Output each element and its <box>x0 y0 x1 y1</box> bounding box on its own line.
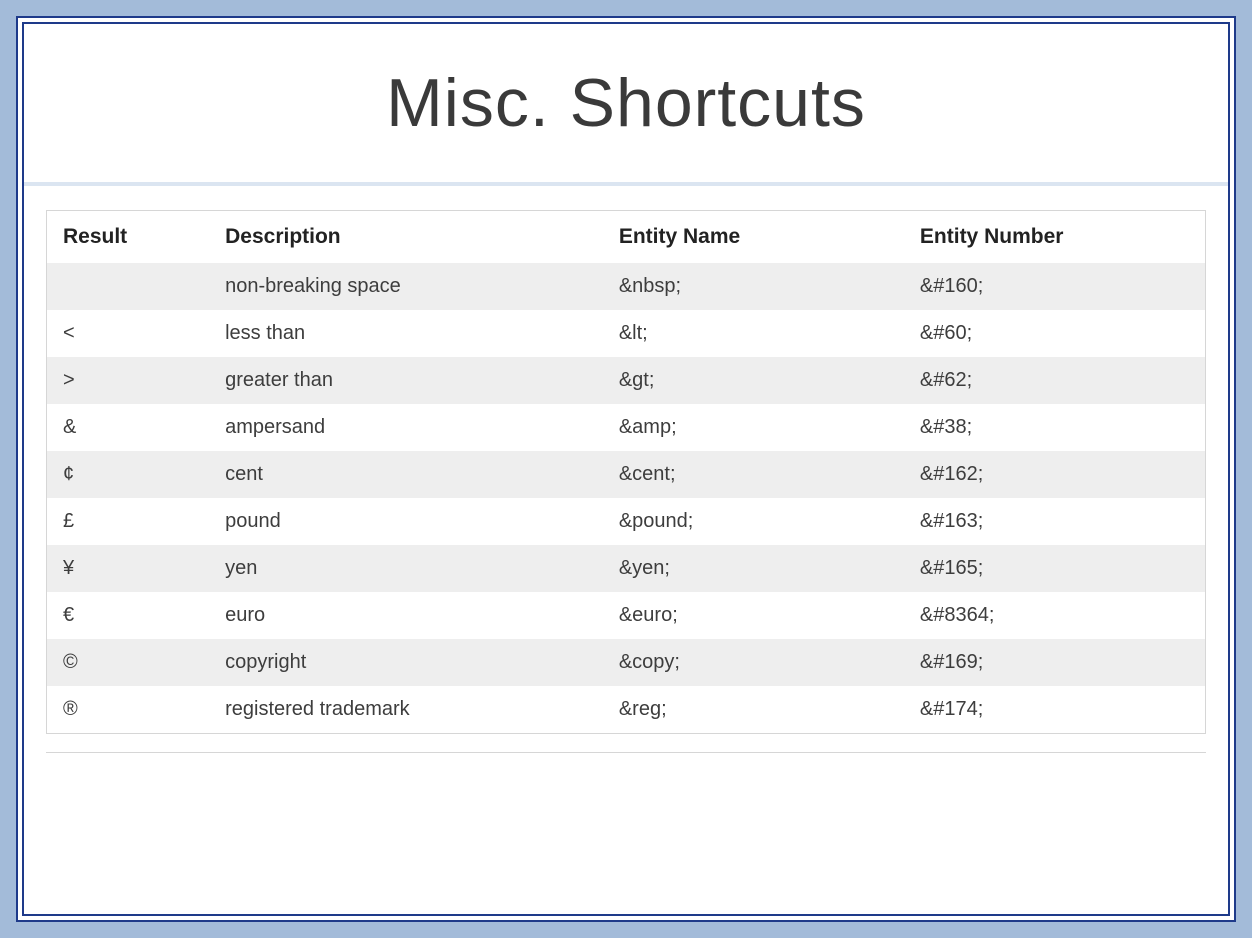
cell-entity-name: &cent; <box>603 451 904 498</box>
cell-result: € <box>47 592 209 639</box>
table-row: non-breaking space &nbsp; &#160; <box>47 263 1205 310</box>
header-result: Result <box>47 211 209 263</box>
table-header-row: Result Description Entity Name Entity Nu… <box>47 211 1205 263</box>
cell-description: cent <box>209 451 603 498</box>
table-row: © copyright &copy; &#169; <box>47 639 1205 686</box>
cell-description: yen <box>209 545 603 592</box>
cell-entity-name: &gt; <box>603 357 904 404</box>
cell-result <box>47 263 209 310</box>
header-description: Description <box>209 211 603 263</box>
header-entity-number: Entity Number <box>904 211 1205 263</box>
cell-entity-name: &amp; <box>603 404 904 451</box>
title-section: Misc. Shortcuts <box>24 24 1228 186</box>
cell-description: registered trademark <box>209 686 603 733</box>
entity-table-container: Result Description Entity Name Entity Nu… <box>46 210 1206 734</box>
cell-entity-name: &reg; <box>603 686 904 733</box>
cell-entity-name: &nbsp; <box>603 263 904 310</box>
cell-description: euro <box>209 592 603 639</box>
content-section: Result Description Entity Name Entity Nu… <box>24 186 1228 914</box>
table-row: ¥ yen &yen; &#165; <box>47 545 1205 592</box>
table-row: < less than &lt; &#60; <box>47 310 1205 357</box>
cell-entity-number: &#165; <box>904 545 1205 592</box>
cell-entity-number: &#174; <box>904 686 1205 733</box>
cell-entity-number: &#8364; <box>904 592 1205 639</box>
table-row: ® registered trademark &reg; &#174; <box>47 686 1205 733</box>
table-row: £ pound &pound; &#163; <box>47 498 1205 545</box>
table-row: > greater than &gt; &#62; <box>47 357 1205 404</box>
cell-result: £ <box>47 498 209 545</box>
cell-description: copyright <box>209 639 603 686</box>
cell-entity-name: &yen; <box>603 545 904 592</box>
cell-result: ¢ <box>47 451 209 498</box>
slide-title: Misc. Shortcuts <box>44 64 1208 142</box>
cell-entity-number: &#62; <box>904 357 1205 404</box>
cell-result: ¥ <box>47 545 209 592</box>
cell-entity-number: &#169; <box>904 639 1205 686</box>
cell-entity-number: &#160; <box>904 263 1205 310</box>
cell-entity-name: &euro; <box>603 592 904 639</box>
cell-result: © <box>47 639 209 686</box>
slide-inner-frame: Misc. Shortcuts Result Description Entit… <box>22 22 1230 916</box>
table-row: & ampersand &amp; &#38; <box>47 404 1205 451</box>
header-entity-name: Entity Name <box>603 211 904 263</box>
cell-entity-name: &lt; <box>603 310 904 357</box>
cell-result: > <box>47 357 209 404</box>
cell-description: greater than <box>209 357 603 404</box>
cell-result: & <box>47 404 209 451</box>
cell-result: < <box>47 310 209 357</box>
cell-entity-name: &pound; <box>603 498 904 545</box>
table-row: ¢ cent &cent; &#162; <box>47 451 1205 498</box>
entity-table: Result Description Entity Name Entity Nu… <box>47 211 1205 733</box>
slide-outer-frame: Misc. Shortcuts Result Description Entit… <box>16 16 1236 922</box>
cell-entity-number: &#163; <box>904 498 1205 545</box>
cell-description: non-breaking space <box>209 263 603 310</box>
cell-result: ® <box>47 686 209 733</box>
table-row: € euro &euro; &#8364; <box>47 592 1205 639</box>
cell-entity-number: &#38; <box>904 404 1205 451</box>
cell-entity-number: &#60; <box>904 310 1205 357</box>
bottom-divider <box>46 752 1206 780</box>
cell-description: ampersand <box>209 404 603 451</box>
cell-description: less than <box>209 310 603 357</box>
cell-entity-number: &#162; <box>904 451 1205 498</box>
cell-description: pound <box>209 498 603 545</box>
cell-entity-name: &copy; <box>603 639 904 686</box>
